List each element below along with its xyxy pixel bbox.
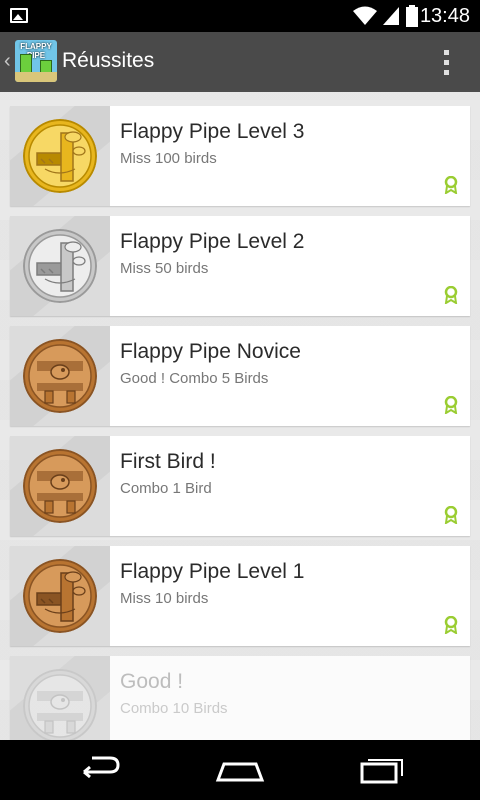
achievement-icon-area [10,216,110,316]
signal-icon [383,7,399,25]
page-title: Réussites [62,49,155,72]
achievement-description: Combo 1 Bird [120,480,212,497]
achievement-card[interactable]: Good ! Combo 10 Birds [10,656,470,740]
achievement-description: Miss 100 birds [120,150,217,167]
award-ribbon-icon [444,615,458,635]
app-icon[interactable]: FLAPPY PIPE [15,40,57,82]
achievement-name: Flappy Pipe Level 2 [120,230,305,253]
bronze-medal-icon [23,559,97,633]
achievement-description: Combo 10 Birds [120,700,228,717]
back-icon[interactable] [70,752,130,788]
image-notification-icon [10,8,28,23]
achievement-icon-area [10,326,110,426]
award-ribbon-icon [444,395,458,415]
achievement-description: Miss 10 birds [120,590,209,607]
status-bar: 13:48 [0,0,480,32]
achievements-list[interactable]: Flappy Pipe Level 3 Miss 100 birds Flapp… [0,92,480,740]
recents-icon[interactable] [352,752,412,788]
overflow-menu-icon[interactable] [444,50,450,76]
bronze-medal-icon [23,449,97,523]
achievement-name: Good ! [120,670,184,693]
grey-medal-icon [23,669,97,740]
achievement-icon-area [10,106,110,206]
achievement-card[interactable]: Flappy Pipe Level 3 Miss 100 birds [10,106,470,206]
award-ribbon-icon [444,505,458,525]
achievement-icon-area [10,436,110,536]
up-caret-icon[interactable]: ‹ [4,50,11,73]
bronze-medal-icon [23,339,97,413]
clock: 13:48 [419,5,470,27]
achievement-card[interactable]: First Bird ! Combo 1 Bird [10,436,470,536]
achievement-name: Flappy Pipe Novice [120,340,301,363]
silver-medal-icon [23,229,97,303]
achievement-name: Flappy Pipe Level 1 [120,560,305,583]
achievement-icon-area [10,656,110,740]
achievement-card[interactable]: Flappy Pipe Novice Good ! Combo 5 Birds [10,326,470,426]
home-icon[interactable] [210,752,270,788]
achievement-card[interactable]: Flappy Pipe Level 1 Miss 10 birds [10,546,470,646]
achievement-description: Miss 50 birds [120,260,209,277]
achievement-name: Flappy Pipe Level 3 [120,120,305,143]
award-ribbon-icon [444,175,458,195]
achievement-name: First Bird ! [120,450,216,473]
achievement-description: Good ! Combo 5 Birds [120,370,269,387]
gold-medal-icon [23,119,97,193]
achievement-icon-area [10,546,110,646]
battery-icon [406,5,418,27]
wifi-icon [353,6,377,25]
award-ribbon-icon [444,285,458,305]
navigation-bar [0,740,480,800]
achievement-card[interactable]: Flappy Pipe Level 2 Miss 50 birds [10,216,470,316]
action-bar: ‹ FLAPPY PIPE Réussites [0,32,480,92]
